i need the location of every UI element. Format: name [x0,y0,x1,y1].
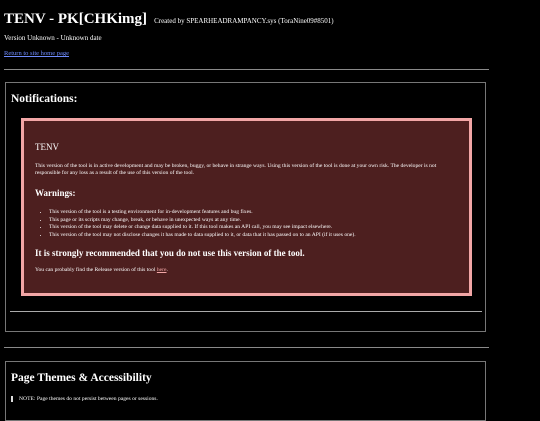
themes-title: Page Themes & Accessibility [11,372,152,384]
notifications-title: Notifications: [11,93,78,105]
list-item: This version of the tool may delete or c… [49,224,458,232]
creator-credit: Created by SPEARHEADRAMPANCY.sys (ToraNi… [154,17,334,25]
page-header: TENV - PK[CHKimg] Created by SPEARHEADRA… [4,10,334,60]
release-link[interactable]: here [157,267,167,273]
warnings-list: This version of the tool is a testing en… [35,209,458,239]
release-prefix: You can probably find the Release versio… [35,267,157,274]
notifications-panel: Notifications: TENV This version of the … [5,82,486,332]
divider [4,69,489,70]
list-item: This version of the tool may not disclos… [49,232,458,240]
home-link[interactable]: Return to site home page [4,50,69,57]
themes-note: NOTE: Page themes do not persist between… [11,396,158,403]
warning-heading: TENV [35,142,59,152]
divider [4,347,489,348]
themes-panel: Page Themes & Accessibility NOTE: Page t… [5,361,486,421]
release-suffix: . [166,267,168,274]
release-note: You can probably find the Release versio… [35,267,458,274]
title-row: TENV - PK[CHKimg] Created by SPEARHEADRA… [4,10,334,28]
list-item: This page or its scripts may change, bre… [49,217,458,225]
warning-box: TENV This version of the tool is in acti… [21,118,472,296]
version-info: Version Unknown - Unknown date [4,34,102,42]
warning-intro: This version of the tool is in active de… [35,163,437,176]
recommendation: It is strongly recommended that you do n… [35,248,305,259]
app-title: TENV - PK[CHKimg] [4,11,148,27]
list-item: This version of the tool is a testing en… [49,209,458,217]
warnings-title: Warnings: [35,187,76,198]
panel-divider [10,311,482,312]
